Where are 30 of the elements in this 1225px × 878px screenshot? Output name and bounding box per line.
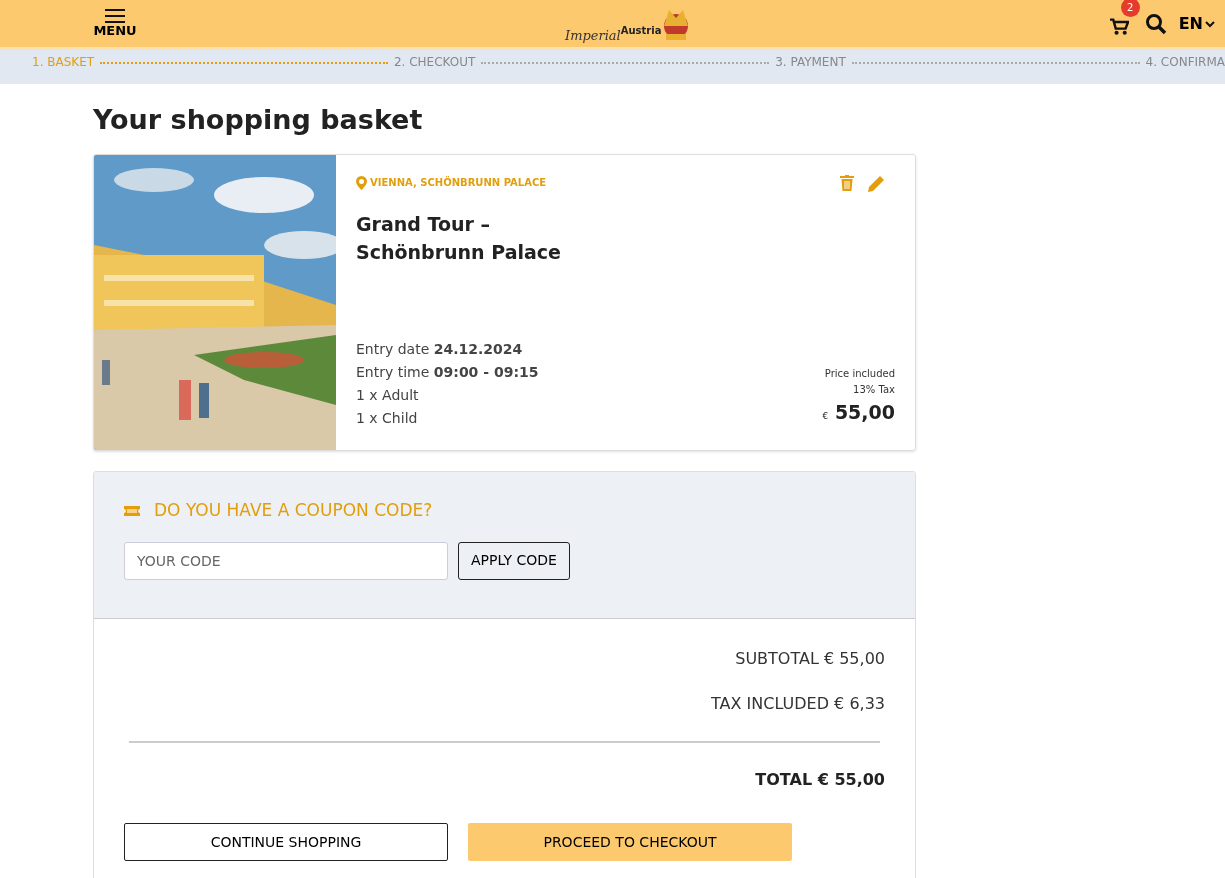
booking-detail: Entry time 09:00 - 09:15 (356, 363, 539, 382)
map-pin-icon (356, 175, 367, 190)
coupon-code-field[interactable]: YOUR CODE (124, 541, 448, 580)
cart-icon (1108, 17, 1129, 36)
price-note: Price included (823, 367, 895, 381)
coupon-heading: DO YOU HAVE A COUPON CODE? (154, 499, 433, 522)
subtotal-text: SUBTOTAL € 55,00 (734, 649, 885, 669)
tour-title: Grand Tour – Schönbrunn Palace (356, 212, 562, 265)
chevron-down-icon (1205, 19, 1215, 28)
item-price: € 55,00 (822, 400, 895, 425)
logo-text: Austria (620, 24, 662, 36)
apply-code-button[interactable]: APPLY CODE (458, 541, 570, 580)
logo-text: Imperial (565, 28, 621, 44)
search-icon[interactable] (1144, 12, 1167, 35)
proceed-to-checkout-button[interactable]: PROCEED TO CHECKOUT (468, 823, 792, 861)
menu-button[interactable]: MENU (94, 8, 136, 39)
tax-text: TAX INCLUDED € 6,33 (710, 694, 885, 714)
cart-button[interactable] (1108, 17, 1131, 36)
booking-detail: Entry date 24.12.2024 (356, 340, 524, 359)
booking-detail: 1 x Child (356, 409, 419, 428)
location-text: VIENNA, SCHÖNBRUNN PALACE (370, 175, 547, 190)
menu-icon (105, 8, 125, 23)
ticket-icon (124, 504, 140, 517)
page-title: Your shopping basket (93, 104, 424, 136)
price-note: 13% Tax (852, 383, 895, 397)
continue-shopping-button[interactable]: CONTINUE SHOPPING (124, 823, 448, 861)
booking-detail: 1 x Adult (356, 386, 420, 405)
language-selector[interactable]: EN (1178, 11, 1215, 36)
total-text: TOTAL € 55,00 (754, 770, 885, 790)
cart-count-badge: 2 (1120, 0, 1140, 17)
